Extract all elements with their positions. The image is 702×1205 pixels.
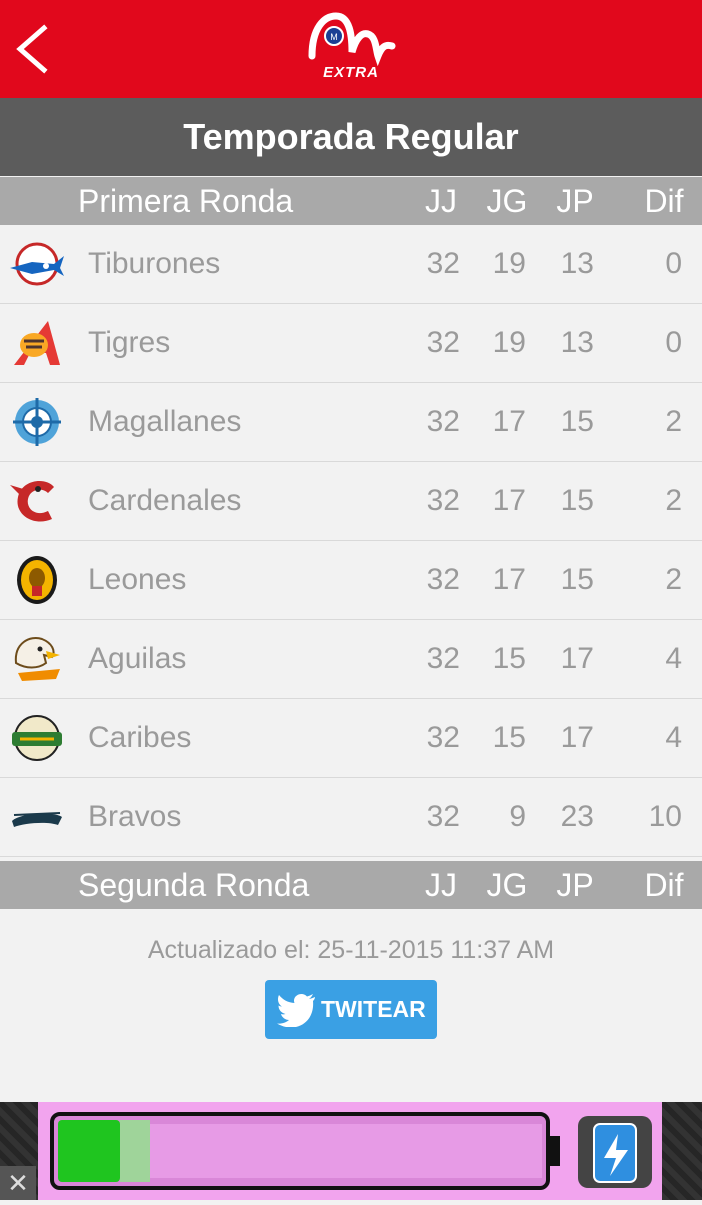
updated-timestamp: Actualizado el: 25-11-2015 11:37 AM: [147, 936, 555, 964]
jg-value: 19: [492, 326, 526, 359]
col-jp-header: JP: [556, 183, 594, 219]
app-header: M EXTRA: [0, 0, 702, 98]
ad-banner[interactable]: [38, 1102, 662, 1200]
col-dif-header: Dif: [644, 183, 684, 219]
jj-value: 32: [426, 484, 460, 517]
jg-value: 19: [492, 247, 526, 280]
col-dif-header: Dif: [644, 867, 684, 903]
caribes-logo-icon: [12, 715, 62, 761]
jj-value: 32: [426, 326, 460, 359]
team-name: Caribes: [88, 721, 192, 754]
jp-value: 15: [560, 563, 594, 596]
jp-value: 23: [560, 800, 594, 833]
tweet-button-label: TWITEAR: [321, 996, 426, 1022]
jp-value: 17: [560, 721, 594, 754]
jg-value: 15: [492, 721, 526, 754]
team-name: Bravos: [88, 800, 182, 833]
tigres-logo-icon: [14, 321, 60, 365]
jj-value: 32: [426, 247, 460, 280]
jj-value: 32: [426, 642, 460, 675]
page-title-bar: Temporada Regular: [0, 98, 702, 176]
table-row[interactable]: Tigres 32 19 13 0: [0, 304, 702, 383]
page-title: Temporada Regular: [183, 116, 519, 157]
standings-table: Tiburones 32 19 13 0 Tigres 32 19 13 0 M…: [0, 225, 702, 857]
bravos-logo-icon: [12, 812, 62, 827]
col-jg-header: JG: [486, 867, 528, 903]
jg-value: 9: [509, 800, 526, 833]
twitter-bird-icon: [277, 994, 315, 1027]
jj-value: 32: [426, 405, 460, 438]
tweet-button[interactable]: TWITEAR: [265, 980, 437, 1039]
jp-value: 17: [560, 642, 594, 675]
team-name: Magallanes: [88, 405, 242, 438]
magallanes-logo-icon: [13, 398, 61, 446]
jp-value: 13: [560, 247, 594, 280]
second-round-label: Segunda Ronda: [78, 867, 310, 903]
dif-value: 0: [665, 326, 682, 359]
svg-text:M: M: [330, 32, 338, 42]
jg-value: 17: [492, 563, 526, 596]
col-jp-header: JP: [556, 867, 594, 903]
logo-extra-text: EXTRA: [323, 64, 379, 81]
dif-value: 2: [665, 405, 682, 438]
col-jj-header: JJ: [425, 867, 457, 903]
jg-value: 17: [492, 405, 526, 438]
first-round-header: Primera Ronda JJ JG JP Dif: [0, 177, 702, 225]
ad-bar: [0, 1102, 702, 1200]
dif-value: 10: [648, 800, 682, 833]
col-jj-header: JJ: [425, 183, 457, 219]
first-round-label: Primera Ronda: [78, 183, 294, 219]
aguilas-logo-icon: [14, 637, 60, 681]
table-row[interactable]: Aguilas 32 15 17 4: [0, 620, 702, 699]
table-row[interactable]: Leones 32 17 15 2: [0, 541, 702, 620]
jj-value: 32: [426, 563, 460, 596]
team-name: Aguilas: [88, 642, 187, 675]
team-name: Tiburones: [88, 247, 221, 280]
leones-logo-icon: [17, 556, 57, 604]
dif-value: 2: [665, 563, 682, 596]
team-name: Cardenales: [88, 484, 242, 517]
col-jg-header: JG: [486, 183, 528, 219]
jg-value: 15: [492, 642, 526, 675]
jp-value: 13: [560, 326, 594, 359]
ad-close-button[interactable]: ✕: [0, 1166, 36, 1200]
table-row[interactable]: Cardenales 32 17 15 2: [0, 462, 702, 541]
tiburones-logo-icon: [10, 242, 64, 286]
battery-ad-graphic: [50, 1112, 652, 1190]
table-row[interactable]: Magallanes 32 17 15 2: [0, 383, 702, 462]
dif-value: 2: [665, 484, 682, 517]
jj-value: 32: [426, 800, 460, 833]
jg-value: 17: [492, 484, 526, 517]
back-arrow-icon[interactable]: [8, 22, 54, 76]
jp-value: 15: [560, 484, 594, 517]
table-row[interactable]: Caribes 32 15 17 4: [0, 699, 702, 778]
team-name: Leones: [88, 563, 187, 596]
team-name: Tigres: [88, 326, 171, 359]
table-row[interactable]: Bravos 32 9 23 10: [0, 778, 702, 857]
jj-value: 32: [426, 721, 460, 754]
app-logo: M EXTRA: [306, 10, 396, 86]
jp-value: 15: [560, 405, 594, 438]
dif-value: 0: [665, 247, 682, 280]
table-row[interactable]: Tiburones 32 19 13 0: [0, 225, 702, 304]
dif-value: 4: [665, 642, 682, 675]
dif-value: 4: [665, 721, 682, 754]
cardenales-logo-icon: [10, 481, 54, 522]
second-round-header: Segunda Ronda JJ JG JP Dif: [0, 861, 702, 909]
